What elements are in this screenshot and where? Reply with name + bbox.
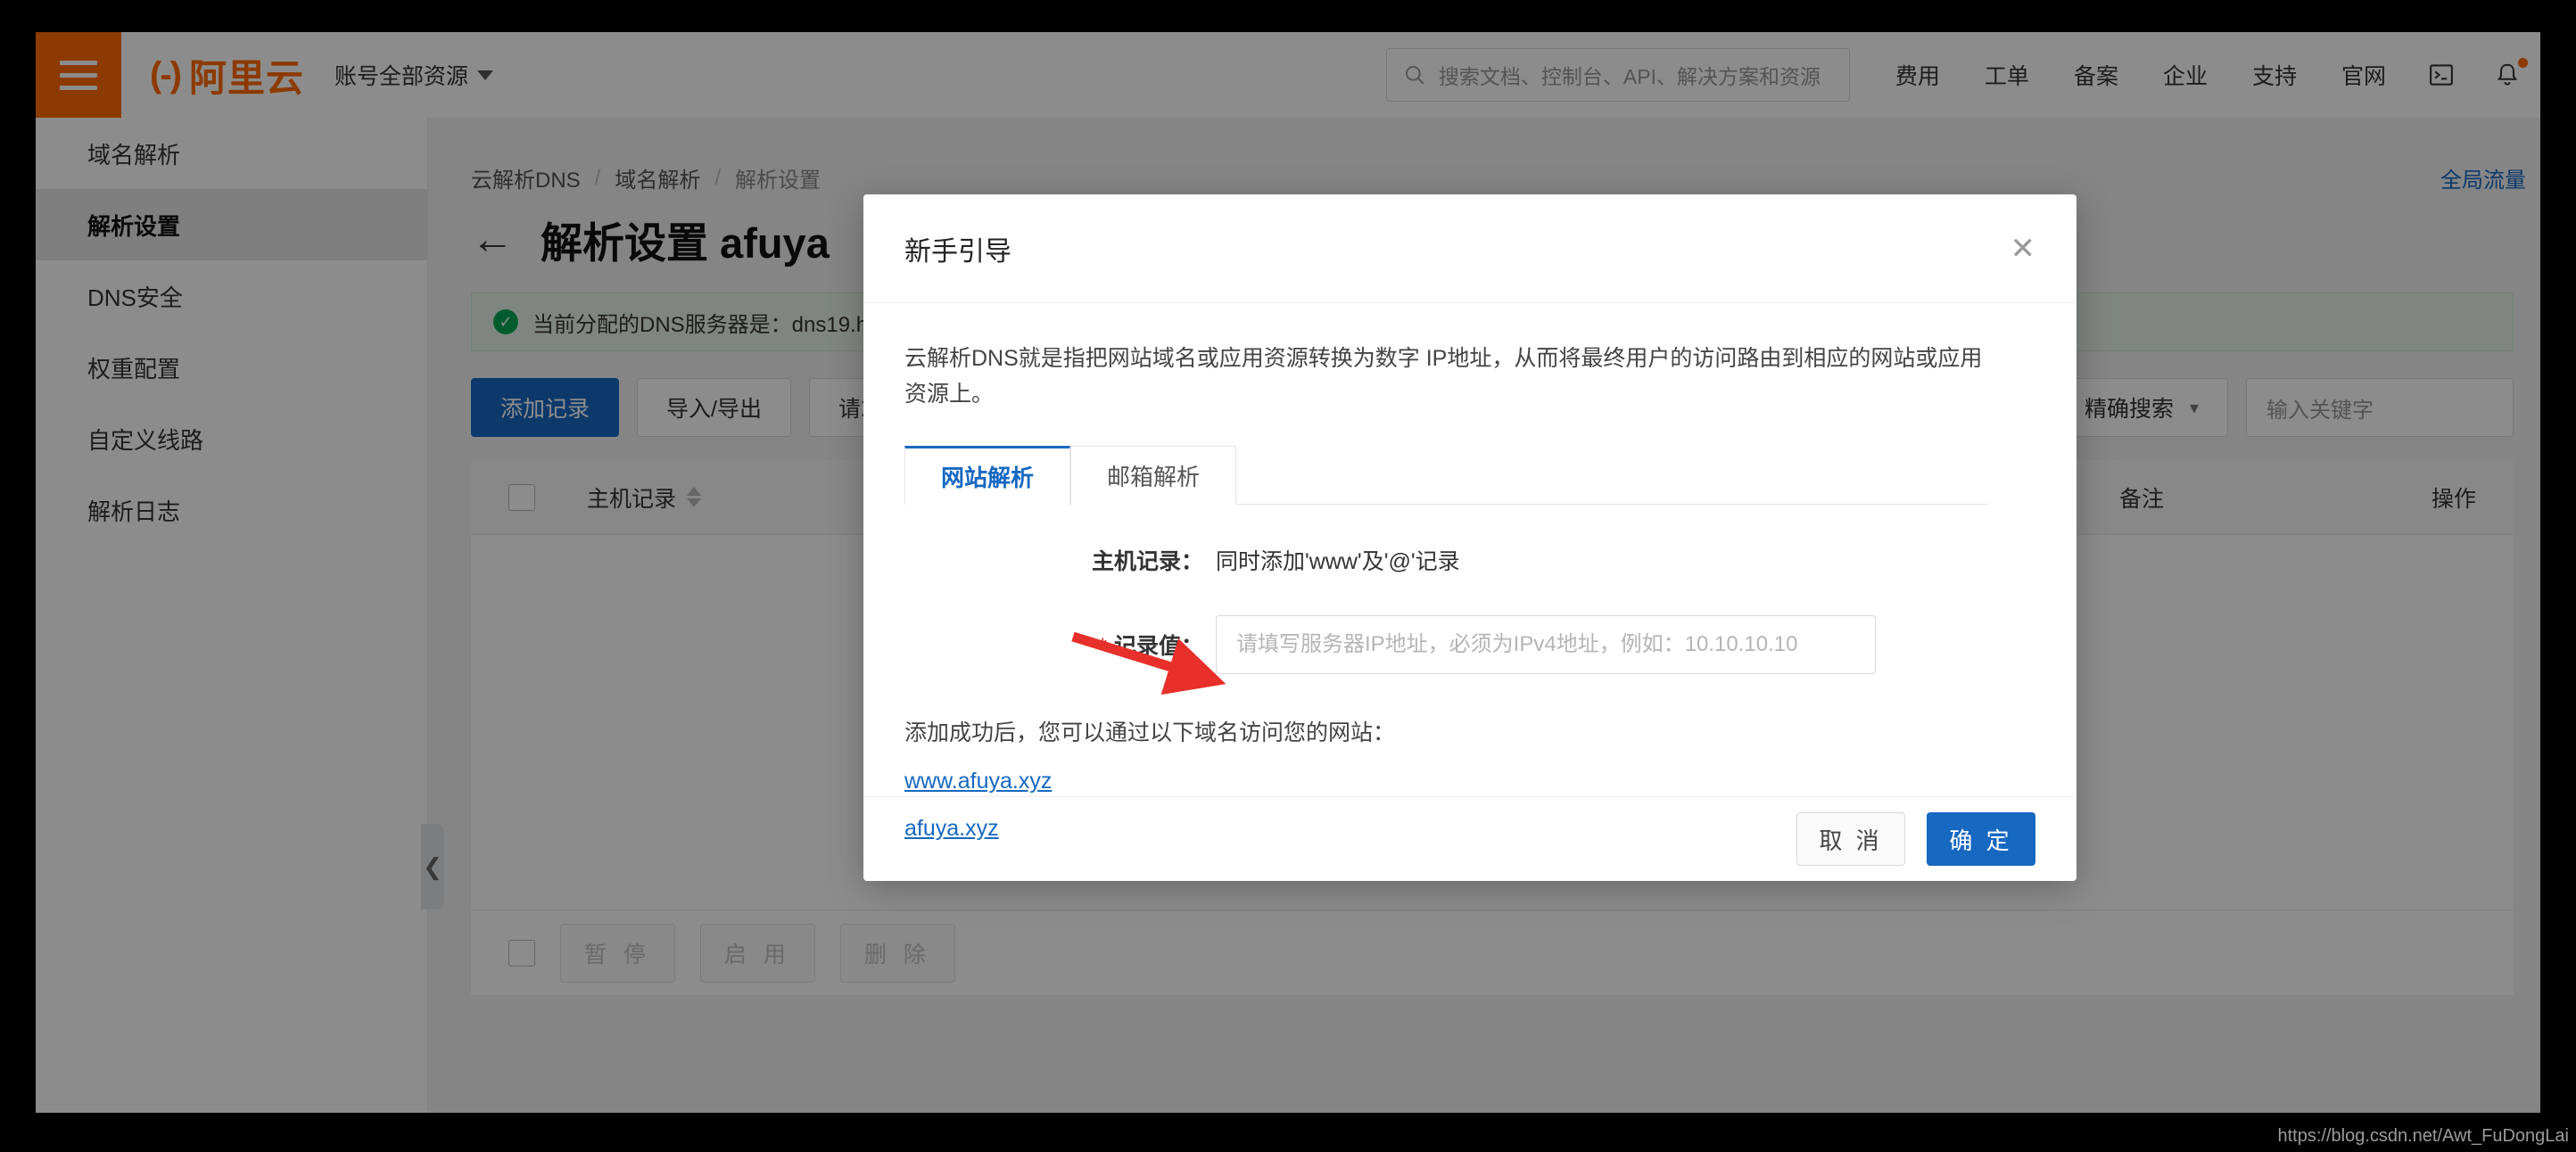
host-record-label: 主机记录：	[1038, 544, 1203, 576]
cancel-button[interactable]: 取 消	[1796, 812, 1905, 866]
tab-email-resolution[interactable]: 邮箱解析	[1070, 446, 1236, 505]
required-asterisk: *	[1098, 634, 1107, 659]
dialog-title: 新手引导	[904, 229, 2010, 268]
watermark: https://blog.csdn.net/Awt_FuDongLai	[2277, 1126, 2569, 1147]
host-record-value: 同时添加'www'及'@'记录	[1216, 544, 1460, 576]
confirm-button[interactable]: 确 定	[1927, 812, 2035, 866]
domain-link-www[interactable]: www.afuya.xyz	[904, 769, 2035, 794]
dialog-description: 云解析DNS就是指把网站域名或应用资源转换为数字 IP地址，从而将最终用户的访问…	[904, 341, 1988, 412]
record-value-label: * 记录值：	[1038, 629, 1203, 661]
record-value-label-text: 记录值：	[1114, 634, 1203, 659]
success-note: 添加成功后，您可以通过以下域名访问您的网站：	[904, 715, 2035, 747]
dialog-header: 新手引导 ✕	[863, 194, 2076, 303]
dialog-tabs: 网站解析 邮箱解析	[904, 446, 1988, 505]
tab-label: 邮箱解析	[1107, 459, 1200, 492]
record-value-row: * 记录值：	[904, 615, 2035, 674]
tab-label: 网站解析	[941, 460, 1034, 493]
dialog-body: 云解析DNS就是指把网站域名或应用资源转换为数字 IP地址，从而将最终用户的访问…	[863, 303, 2076, 796]
record-value-input[interactable]	[1216, 615, 1876, 674]
tab-website-resolution[interactable]: 网站解析	[904, 446, 1070, 505]
dialog-footer: 取 消 确 定	[863, 796, 2076, 881]
beginner-guide-dialog: 新手引导 ✕ 云解析DNS就是指把网站域名或应用资源转换为数字 IP地址，从而将…	[863, 194, 2076, 881]
host-record-row: 主机记录： 同时添加'www'及'@'记录	[904, 544, 2035, 576]
browser-page: (-) 阿里云 账号全部资源 搜索文档、控制台、API、解决方案和资源 费用 工…	[36, 32, 2540, 1113]
close-icon[interactable]: ✕	[2010, 234, 2036, 264]
